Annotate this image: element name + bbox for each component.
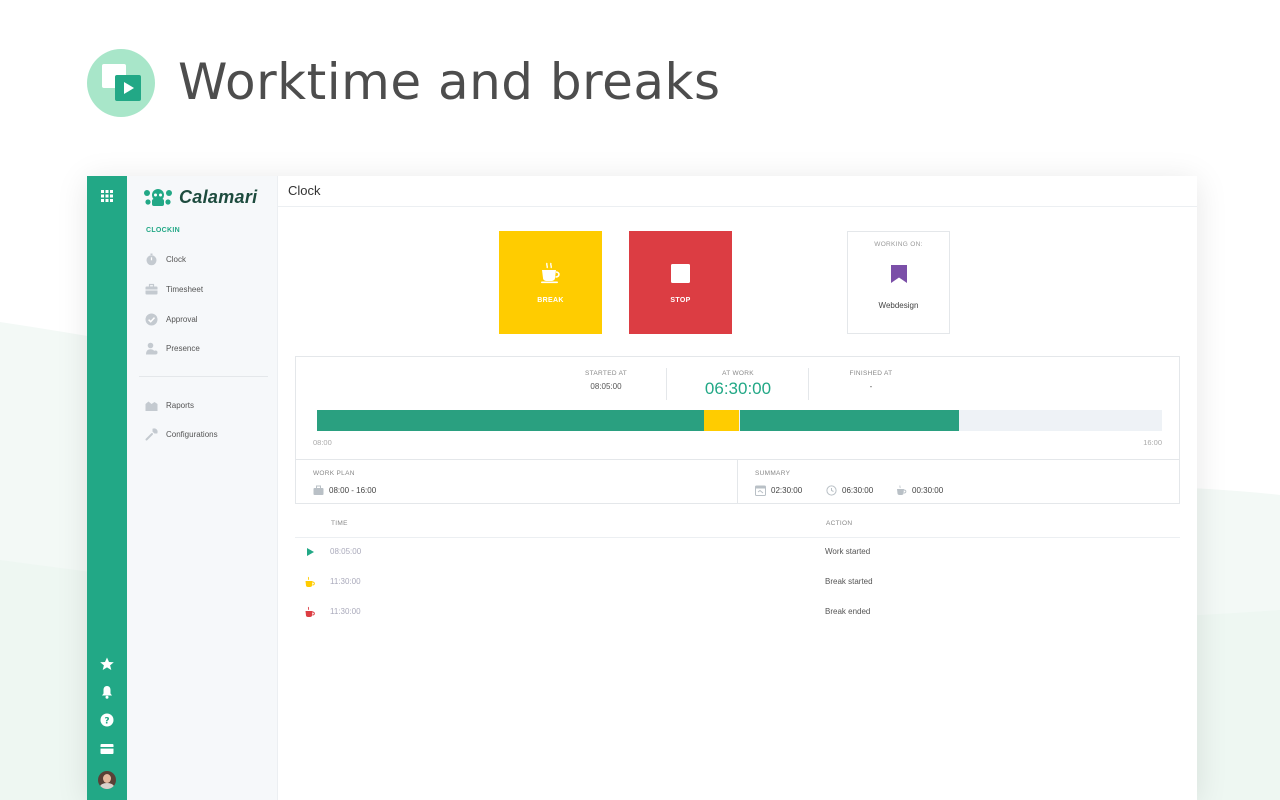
coffee-icon xyxy=(897,485,907,495)
timeline-end: 16:00 xyxy=(1143,438,1162,447)
stop-square-icon xyxy=(671,264,690,283)
break-button[interactable]: BREAK xyxy=(499,231,602,334)
main-header: Clock xyxy=(278,176,1197,207)
icon-rail: ? xyxy=(87,176,127,800)
help-icon[interactable]: ? xyxy=(99,712,115,728)
at-work: AT WORK 06:30:00 xyxy=(688,370,788,399)
sidebar-item-clock[interactable]: Clock xyxy=(145,252,186,266)
clock-icon xyxy=(826,485,837,496)
col-time-header: TIME xyxy=(331,520,348,527)
sidebar-item-approval[interactable]: Approval xyxy=(145,312,198,326)
started-at: STARTED AT 08:05:00 xyxy=(566,370,646,391)
wrench-icon xyxy=(145,427,158,440)
card-icon[interactable] xyxy=(99,741,115,757)
time-panel: STARTED AT 08:05:00 AT WORK 06:30:00 FIN… xyxy=(295,356,1180,504)
feature-icon xyxy=(87,49,155,117)
svg-text:?: ? xyxy=(104,716,109,726)
page-title: Clock xyxy=(288,183,321,198)
bookmark-icon xyxy=(891,265,907,283)
row-time: 11:30:00 xyxy=(330,577,361,586)
coffee-icon xyxy=(305,606,315,617)
logo[interactable]: Calamari xyxy=(143,185,257,209)
calendar-icon xyxy=(755,485,766,496)
finished-at-label: FINISHED AT xyxy=(849,370,893,377)
app-window: ? Calamari CLOCKIN Clock Timesheet Appro… xyxy=(87,176,1197,800)
summary-work: 06:30:00 xyxy=(826,485,873,496)
star-icon[interactable] xyxy=(99,656,115,672)
briefcase-icon xyxy=(145,283,158,294)
working-on-value: Webdesign xyxy=(878,301,919,310)
table-row: 11:30:00 Break started xyxy=(295,572,1180,592)
summary-total: 02:30:00 xyxy=(755,485,802,496)
logo-icon xyxy=(144,189,172,206)
sidebar-item-label: Approval xyxy=(166,314,198,324)
sidebar-item-label: Presence xyxy=(166,343,200,353)
coffee-icon xyxy=(305,576,315,587)
row-time: 08:05:00 xyxy=(330,547,362,556)
check-circle-icon xyxy=(145,313,158,325)
logo-text: Calamari xyxy=(179,186,258,207)
nav-divider xyxy=(139,376,268,377)
sidebar-item-raports[interactable]: Raports xyxy=(145,398,194,412)
workplan-value: 08:00 - 16:00 xyxy=(313,485,376,496)
row-action: Break started xyxy=(825,577,873,586)
sidebar: Calamari CLOCKIN Clock Timesheet Approva… xyxy=(127,176,278,800)
avatar[interactable] xyxy=(98,771,116,789)
at-work-label: AT WORK xyxy=(722,370,754,377)
timeline-segment-work xyxy=(740,410,959,431)
at-work-value: 06:30:00 xyxy=(704,379,772,398)
working-on-card[interactable]: WORKING ON: Webdesign xyxy=(847,231,950,334)
chart-icon xyxy=(145,401,158,411)
finished-at: FINISHED AT - xyxy=(831,370,911,391)
timeline-segment-break xyxy=(704,410,739,431)
sidebar-item-configurations[interactable]: Configurations xyxy=(145,427,218,441)
working-on-label: WORKING ON: xyxy=(874,241,923,248)
started-at-label: STARTED AT xyxy=(584,370,627,377)
row-action: Break ended xyxy=(825,607,871,616)
finished-at-value: - xyxy=(869,382,873,391)
promo-title: Worktime and breaks xyxy=(178,53,721,111)
person-icon xyxy=(146,342,158,354)
break-label: BREAK xyxy=(537,297,564,304)
timeline-track xyxy=(317,410,1162,431)
summary-value: 00:30:00 xyxy=(912,486,944,495)
timeline-start: 08:00 xyxy=(313,438,332,447)
row-action: Work started xyxy=(825,547,871,556)
summary-value: 02:30:00 xyxy=(771,486,803,495)
briefcase-icon xyxy=(313,485,324,495)
table-row: 08:05:00 Work started xyxy=(295,542,1180,562)
sidebar-item-label: Raports xyxy=(166,400,195,410)
sidebar-item-label: Clock xyxy=(166,254,187,264)
started-at-value: 08:05:00 xyxy=(590,382,622,391)
row-time: 11:30:00 xyxy=(330,607,361,616)
sidebar-item-presence[interactable]: Presence xyxy=(145,341,200,355)
sidebar-item-timesheet[interactable]: Timesheet xyxy=(145,282,203,296)
summary-value: 06:30:00 xyxy=(842,486,874,495)
stop-button[interactable]: STOP xyxy=(629,231,732,334)
main-content: Clock BREAK STOP WORKING ON: Webdesign S… xyxy=(278,176,1197,800)
col-action-header: ACTION xyxy=(826,520,853,527)
stop-label: STOP xyxy=(670,297,691,304)
workplan-range: 08:00 - 16:00 xyxy=(329,486,377,495)
summary-label: SUMMARY xyxy=(755,470,791,477)
timeline-segment-work xyxy=(317,410,704,431)
sidebar-item-label: Configurations xyxy=(166,429,218,439)
workplan-label: WORK PLAN xyxy=(313,470,355,477)
table-row: 11:30:00 Break ended xyxy=(295,602,1180,622)
stopwatch-icon xyxy=(146,253,157,265)
apps-grid-icon[interactable] xyxy=(99,188,115,204)
nav-section-clockin: CLOCKIN xyxy=(146,227,180,234)
coffee-cup-icon xyxy=(541,262,560,284)
sidebar-item-label: Timesheet xyxy=(166,284,204,294)
summary-break: 00:30:00 xyxy=(896,485,943,496)
bell-icon[interactable] xyxy=(99,684,115,700)
play-icon xyxy=(307,548,314,556)
